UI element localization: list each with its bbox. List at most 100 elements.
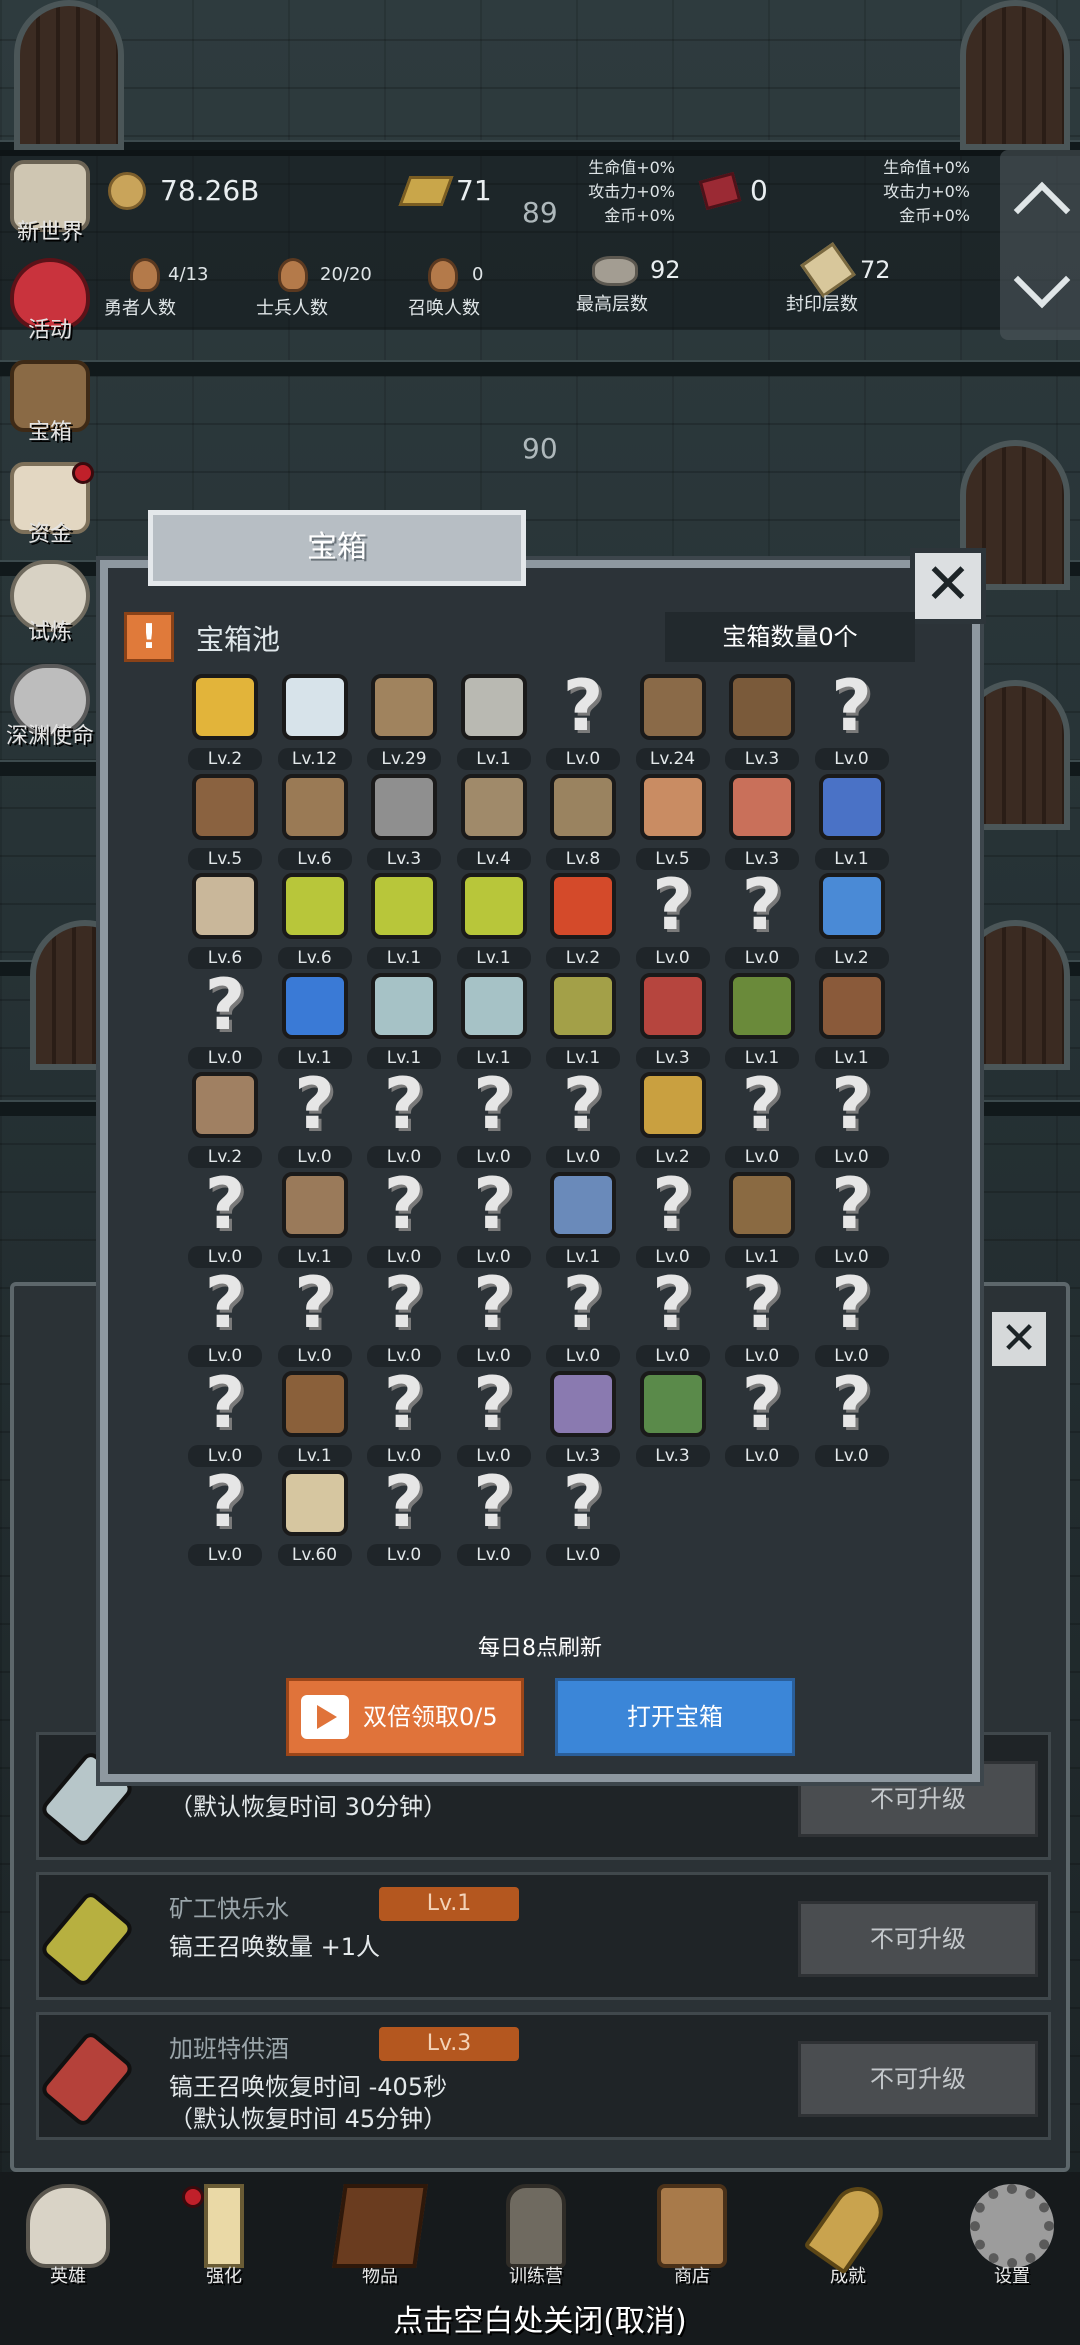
chest-item-slot[interactable]: Lv.1: [451, 971, 537, 1071]
chest-item-slot[interactable]: ? Lv.0: [809, 1069, 895, 1170]
chest-item-slot[interactable]: Lv.5: [182, 772, 268, 872]
chest-item-slot[interactable]: ? Lv.0: [451, 1069, 537, 1170]
menu-chest[interactable]: 宝箱: [0, 360, 100, 460]
chest-item-slot[interactable]: Lv.1: [540, 1170, 626, 1270]
chest-item-slot[interactable]: ? Lv.0: [182, 970, 268, 1071]
chest-item-slot[interactable]: Lv.1: [719, 971, 805, 1071]
chest-item-slot[interactable]: ? Lv.0: [272, 1069, 358, 1170]
chest-item-slot[interactable]: ? Lv.0: [451, 1361, 537, 1469]
chest-item-slot[interactable]: ? Lv.0: [809, 1169, 895, 1270]
chevron-up-icon[interactable]: [1013, 181, 1071, 239]
nav-training-camp[interactable]: 训练营: [476, 2184, 596, 2288]
menu-abyss-mission[interactable]: 深渊使命: [0, 664, 100, 764]
unknown-item-icon: ?: [473, 1461, 514, 1543]
chest-item-slot[interactable]: Lv.3: [630, 1369, 716, 1469]
chest-item-slot[interactable]: Lv.2: [182, 1070, 268, 1170]
chest-item-slot[interactable]: Lv.2: [809, 871, 895, 971]
chest-item-slot[interactable]: Lv.1: [540, 971, 626, 1071]
chest-item-slot[interactable]: ? Lv.0: [540, 1467, 626, 1568]
chest-item-slot[interactable]: Lv.1: [272, 1369, 358, 1469]
close-icon[interactable]: ✕: [988, 1308, 1050, 1370]
nav-heroes[interactable]: 英雄: [8, 2184, 128, 2288]
chest-item-slot[interactable]: ? Lv.0: [719, 1368, 805, 1469]
chest-item-slot[interactable]: Lv.3: [719, 672, 805, 772]
menu-trial[interactable]: 试炼: [0, 560, 100, 660]
chest-item-slot[interactable]: Lv.3: [361, 772, 447, 872]
chest-item-slot[interactable]: ? Lv.0: [182, 1268, 268, 1369]
chest-item-slot[interactable]: Lv.1: [272, 1170, 358, 1270]
chest-item-slot[interactable]: Lv.2: [182, 672, 268, 772]
chest-item-slot[interactable]: ? Lv.0: [182, 1368, 268, 1469]
chest-item-slot[interactable]: ? Lv.0: [809, 671, 895, 772]
chest-item-slot[interactable]: Lv.2: [630, 1070, 716, 1170]
nav-items[interactable]: 物品: [320, 2184, 440, 2288]
chest-item-slot[interactable]: Lv.3: [630, 971, 716, 1071]
chest-item-slot[interactable]: Lv.1: [361, 871, 447, 971]
upgrade-button[interactable]: 不可升级: [798, 1901, 1038, 1977]
chest-item-slot[interactable]: Lv.8: [540, 772, 626, 872]
chest-item-slot[interactable]: ? Lv.0: [361, 1169, 447, 1270]
chest-item-slot[interactable]: ? Lv.0: [540, 1069, 626, 1170]
open-chest-button[interactable]: 打开宝箱: [555, 1678, 795, 1756]
upgrade-button[interactable]: 不可升级: [798, 2041, 1038, 2117]
chest-item-slot[interactable]: Lv.2: [540, 871, 626, 971]
item-level: Lv.6: [277, 947, 352, 969]
chest-item-slot[interactable]: Lv.60: [272, 1468, 358, 1568]
chest-item-slot[interactable]: ? Lv.0: [361, 1467, 447, 1568]
chest-item-slot[interactable]: Lv.6: [182, 871, 268, 971]
menu-new-world[interactable]: 新世界: [0, 160, 100, 260]
chest-item-slot[interactable]: Lv.1: [451, 672, 537, 772]
close-hint[interactable]: 点击空白处关闭(取消): [0, 2296, 1080, 2340]
chest-item-slot[interactable]: ? Lv.0: [540, 671, 626, 772]
nav-achievements[interactable]: 成就: [788, 2177, 908, 2288]
chest-item-slot[interactable]: ? Lv.0: [719, 870, 805, 971]
chest-item-slot[interactable]: ? Lv.0: [182, 1169, 268, 1270]
chest-item-slot[interactable]: ? Lv.0: [361, 1368, 447, 1469]
nav-settings[interactable]: 设置: [952, 2184, 1072, 2288]
chest-item-slot[interactable]: ? Lv.0: [540, 1268, 626, 1369]
max-floor: 92: [650, 256, 681, 284]
chest-item-slot[interactable]: Lv.1: [809, 772, 895, 872]
chest-item-slot[interactable]: ? Lv.0: [451, 1268, 537, 1369]
nav-shop[interactable]: 商店: [632, 2184, 752, 2288]
chest-item-slot[interactable]: Lv.3: [719, 772, 805, 872]
sword-steel-icon: [460, 674, 527, 740]
chest-item-slot[interactable]: ? Lv.0: [630, 1169, 716, 1270]
chest-item-slot[interactable]: ? Lv.0: [361, 1268, 447, 1369]
chest-item-slot[interactable]: ? Lv.0: [630, 870, 716, 971]
chest-item-slot[interactable]: Lv.6: [272, 871, 358, 971]
menu-funds[interactable]: 资金: [0, 462, 100, 562]
chest-item-slot[interactable]: ? Lv.0: [182, 1467, 268, 1568]
chest-item-slot[interactable]: Lv.1: [272, 971, 358, 1071]
chest-item-slot[interactable]: ? Lv.0: [719, 1268, 805, 1369]
chest-item-slot[interactable]: ? Lv.0: [451, 1169, 537, 1270]
chest-item-slot[interactable]: Lv.12: [272, 672, 358, 772]
chest-item-slot[interactable]: Lv.29: [361, 672, 447, 772]
chest-item-slot[interactable]: Lv.1: [451, 871, 537, 971]
chest-item-slot[interactable]: Lv.1: [361, 971, 447, 1071]
chest-item-slot[interactable]: ? Lv.0: [809, 1268, 895, 1369]
unknown-item-icon: ?: [473, 1361, 514, 1444]
chest-item-slot[interactable]: ? Lv.0: [809, 1368, 895, 1469]
floor-scroll-control[interactable]: [1000, 150, 1080, 340]
chest-item-slot[interactable]: Lv.4: [451, 772, 537, 872]
chest-item-slot[interactable]: Lv.1: [719, 1170, 805, 1270]
chest-item-slot[interactable]: ? Lv.0: [272, 1268, 358, 1369]
chest-item-slot[interactable]: ? Lv.0: [630, 1268, 716, 1369]
chest-item-slot[interactable]: Lv.5: [630, 772, 716, 872]
chest-item-slot[interactable]: ? Lv.0: [361, 1069, 447, 1170]
chest-item-slot[interactable]: Lv.3: [540, 1369, 626, 1469]
chest-item-slot[interactable]: Lv.6: [272, 772, 358, 872]
chest-item-slot[interactable]: Lv.1: [809, 971, 895, 1071]
soldier-count: 20/20: [320, 264, 372, 285]
chevron-down-icon[interactable]: [1013, 251, 1071, 309]
nav-enhance[interactable]: 强化: [164, 2184, 284, 2288]
yellow-potion-icon: [371, 873, 437, 939]
close-icon[interactable]: ✕: [910, 548, 986, 624]
chest-item-slot[interactable]: ? Lv.0: [451, 1461, 537, 1568]
menu-event[interactable]: 活动: [0, 258, 100, 358]
double-claim-button[interactable]: 双倍领取0/5: [286, 1678, 524, 1756]
info-icon[interactable]: !: [124, 612, 174, 662]
chest-item-slot[interactable]: Lv.24: [630, 672, 716, 772]
chest-item-slot[interactable]: ? Lv.0: [719, 1069, 805, 1170]
